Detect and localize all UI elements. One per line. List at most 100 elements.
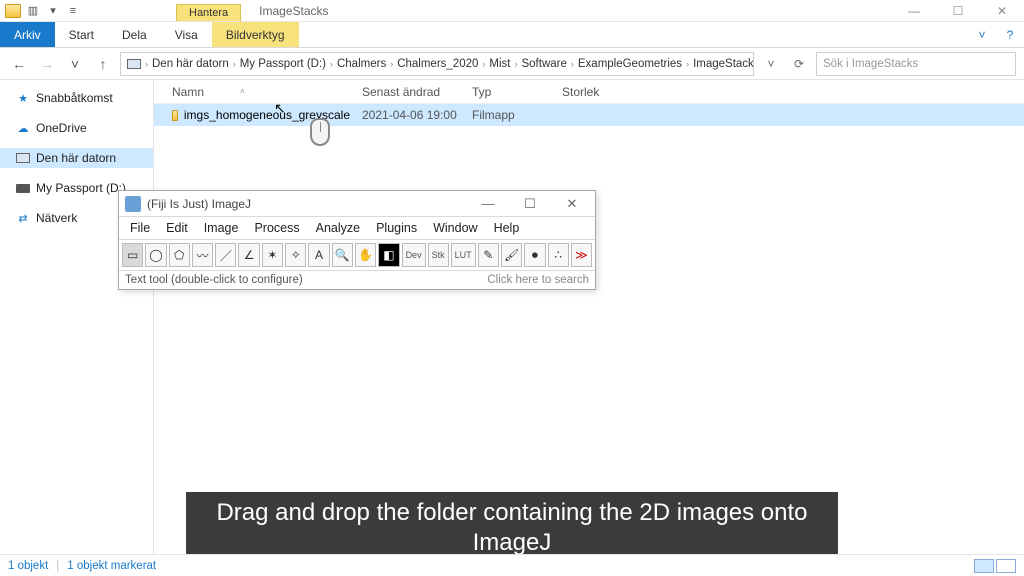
pc-icon <box>16 151 30 165</box>
file-type: Filmapp <box>466 108 556 122</box>
help-icon[interactable]: ? <box>996 22 1024 47</box>
imagej-title: (Fiji Is Just) ImageJ <box>147 197 251 211</box>
line-tool-icon[interactable]: ／ <box>215 243 236 267</box>
ribbon-tab-visa[interactable]: Visa <box>161 22 212 47</box>
navigation-pane: ★Snabbåtkomst ☁OneDrive Den här datorn M… <box>0 80 154 554</box>
imagej-search-hint[interactable]: Click here to search <box>487 274 589 286</box>
ribbon-tab-bildverktyg[interactable]: Bildverktyg <box>212 22 299 47</box>
imagej-menu-image[interactable]: Image <box>197 219 246 237</box>
imagej-menubar: File Edit Image Process Analyze Plugins … <box>119 217 595 239</box>
drive-icon <box>16 181 30 195</box>
ribbon-tab-arkiv[interactable]: Arkiv <box>0 22 55 47</box>
titlebar: ▥ ▾ ≡ Hantera ImageStacks — ☐ ✕ <box>0 0 1024 22</box>
ribbon-tab-dela[interactable]: Dela <box>108 22 161 47</box>
pencil-tool-icon[interactable]: ✎ <box>478 243 499 267</box>
wand-tool-icon[interactable]: ✧ <box>285 243 306 267</box>
nav-back-button[interactable]: ← <box>8 53 30 75</box>
nav-recent-dropdown[interactable]: ˅ <box>64 53 86 75</box>
lut-tool-button[interactable]: LUT <box>451 243 476 267</box>
context-tab-hantera[interactable]: Hantera <box>176 4 241 21</box>
breadcrumb-item[interactable]: ImageStacks <box>691 58 754 70</box>
address-bar: ← → ˅ ↑ › Den här datorn› My Passport (D… <box>0 48 1024 80</box>
color-tool-icon[interactable]: ◧ <box>378 243 399 267</box>
col-type[interactable]: Typ <box>466 85 556 99</box>
imagej-titlebar[interactable]: (Fiji Is Just) ImageJ — ☐ ✕ <box>119 191 595 217</box>
minimize-button[interactable]: — <box>892 0 936 22</box>
oval-tool-icon[interactable]: ◯ <box>145 243 166 267</box>
column-headers[interactable]: Namn ˄ Senast ändrad Typ Storlek <box>154 80 1024 104</box>
nav-forward-button[interactable]: → <box>36 53 58 75</box>
refresh-button[interactable]: ⟳ <box>788 53 810 75</box>
angle-tool-icon[interactable]: ∠ <box>238 243 259 267</box>
imagej-menu-process[interactable]: Process <box>247 219 306 237</box>
breadcrumb-item[interactable]: Chalmers <box>335 58 388 70</box>
imagej-menu-analyze[interactable]: Analyze <box>309 219 367 237</box>
imagej-menu-file[interactable]: File <box>123 219 157 237</box>
sidebar-item-label: Snabbåtkomst <box>36 91 113 105</box>
breadcrumb-root-icon[interactable] <box>125 59 143 69</box>
qat-item[interactable]: ▥ <box>24 2 42 20</box>
breadcrumb[interactable]: › Den här datorn› My Passport (D:)› Chal… <box>120 52 754 76</box>
ribbon-tab-start[interactable]: Start <box>55 22 108 47</box>
maximize-button[interactable]: ☐ <box>936 0 980 22</box>
window-controls: — ☐ ✕ <box>892 0 1024 22</box>
breadcrumb-item[interactable]: ExampleGeometries <box>576 58 684 70</box>
qat-overflow[interactable]: ≡ <box>64 2 82 20</box>
address-dropdown-icon[interactable]: ˅ <box>760 53 782 75</box>
imagej-close-button[interactable]: ✕ <box>555 196 589 212</box>
spray-tool-icon[interactable]: ∴ <box>548 243 569 267</box>
polygon-tool-icon[interactable]: ⬠ <box>169 243 190 267</box>
thumbnails-view-icon[interactable] <box>996 559 1016 573</box>
point-tool-icon[interactable]: ✶ <box>262 243 283 267</box>
magnify-tool-icon[interactable]: 🔍 <box>332 243 353 267</box>
col-name[interactable]: Namn <box>172 85 204 99</box>
file-list-pane: Namn ˄ Senast ändrad Typ Storlek imgs_hom… <box>154 80 1024 554</box>
contextual-tab-strip: Hantera <box>176 0 241 21</box>
breadcrumb-item[interactable]: Software <box>519 58 568 70</box>
breadcrumb-item[interactable]: Den här datorn <box>150 58 231 70</box>
search-placeholder: Sök i ImageStacks <box>823 58 918 70</box>
breadcrumb-item[interactable]: Mist <box>487 58 512 70</box>
rect-tool-icon[interactable]: ▭ <box>122 243 143 267</box>
imagej-maximize-button[interactable]: ☐ <box>513 196 547 212</box>
explorer-statusbar: 1 objekt | 1 objekt markerat <box>0 554 1024 576</box>
window-title: ImageStacks <box>259 4 328 18</box>
imagej-window[interactable]: (Fiji Is Just) ImageJ — ☐ ✕ File Edit Im… <box>118 190 596 290</box>
file-name: imgs_homogeneous_greyscale <box>184 108 350 122</box>
file-modified: 2021-04-06 19:00 <box>356 108 466 122</box>
nav-up-button[interactable]: ↑ <box>92 53 114 75</box>
sidebar-item-quickaccess[interactable]: ★ Snabbåtkomst <box>0 88 153 108</box>
imagej-menu-help[interactable]: Help <box>487 219 527 237</box>
qat-dropdown-icon[interactable]: ▾ <box>44 2 62 20</box>
col-size[interactable]: Storlek <box>556 85 636 99</box>
sidebar-item-thispc[interactable]: Den här datorn <box>0 148 153 168</box>
hand-tool-icon[interactable]: ✋ <box>355 243 376 267</box>
ribbon-collapse-icon[interactable]: ˅ <box>968 22 996 47</box>
imagej-menu-edit[interactable]: Edit <box>159 219 195 237</box>
dropper-tool-icon[interactable]: ⏺ <box>524 243 545 267</box>
details-view-icon[interactable] <box>974 559 994 573</box>
imagej-toolbar: ▭ ◯ ⬠ 〰 ／ ∠ ✶ ✧ A 🔍 ✋ ◧ Dev Stk LUT ✎ 🖌 … <box>119 239 595 271</box>
breadcrumb-item[interactable]: Chalmers_2020 <box>395 58 480 70</box>
imagej-minimize-button[interactable]: — <box>471 196 505 212</box>
sidebar-item-onedrive[interactable]: ☁OneDrive <box>0 118 153 138</box>
sort-asc-icon: ˄ <box>240 87 245 96</box>
breadcrumb-item[interactable]: My Passport (D:) <box>238 58 328 70</box>
close-button[interactable]: ✕ <box>980 0 1024 22</box>
star-icon: ★ <box>16 91 30 105</box>
brush-tool-icon[interactable]: 🖌 <box>501 243 522 267</box>
more-tools-icon[interactable]: ≫ <box>571 243 592 267</box>
sidebar-item-label: Nätverk <box>36 211 77 225</box>
imagej-menu-plugins[interactable]: Plugins <box>369 219 424 237</box>
col-modified[interactable]: Senast ändrad <box>356 85 466 99</box>
dev-tool-button[interactable]: Dev <box>402 243 426 267</box>
folder-icon <box>172 110 178 121</box>
network-icon: ⇄ <box>16 211 30 225</box>
table-row[interactable]: imgs_homogeneous_greyscale 2021-04-06 19… <box>154 104 1024 126</box>
text-tool-icon[interactable]: A <box>308 243 329 267</box>
freehand-tool-icon[interactable]: 〰 <box>192 243 213 267</box>
search-input[interactable]: Sök i ImageStacks <box>816 52 1016 76</box>
stk-tool-button[interactable]: Stk <box>428 243 449 267</box>
status-item-count: 1 objekt <box>8 560 48 572</box>
imagej-menu-window[interactable]: Window <box>426 219 484 237</box>
